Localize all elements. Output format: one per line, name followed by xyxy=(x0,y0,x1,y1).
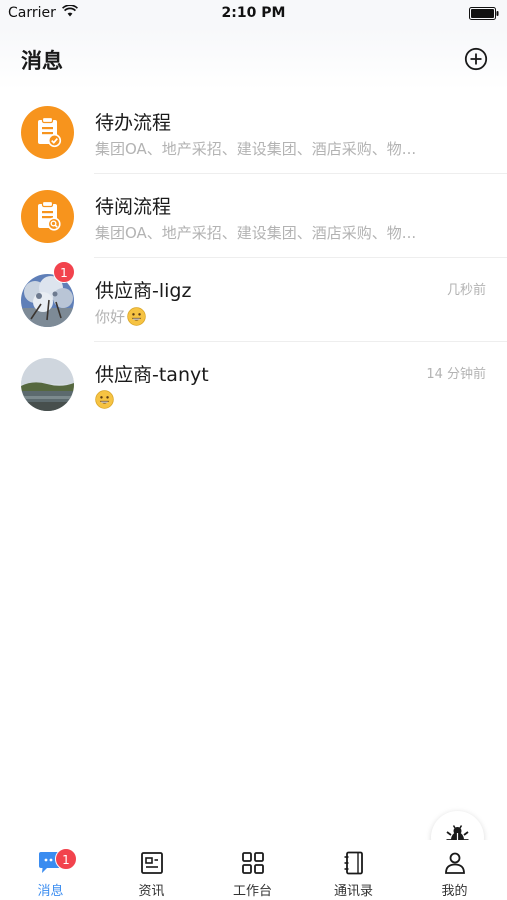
smile-emoji-icon xyxy=(95,390,114,409)
tab-label: 工作台 xyxy=(232,884,272,899)
news-icon xyxy=(141,852,163,874)
item-time: 14 分钟前 xyxy=(426,367,486,382)
item-subtitle: 集团OA、地产采招、建设集团、酒店采购、物... xyxy=(95,224,417,242)
person-icon xyxy=(445,852,465,874)
item-subtitle: 你好 xyxy=(95,306,475,327)
tab-label: 通讯录 xyxy=(333,884,373,899)
tab-label: 资讯 xyxy=(138,884,165,899)
tab-badge: 1 xyxy=(55,848,77,870)
clock: 2:10 PM xyxy=(221,5,286,21)
clipboard-search-icon xyxy=(21,190,74,243)
tab-bar: 1 消息 资讯 工作台 通讯录 我的 xyxy=(0,840,507,900)
tab-workbench[interactable]: 工作台 xyxy=(202,840,303,900)
item-time: 几秒前 xyxy=(446,283,486,298)
add-icon[interactable] xyxy=(464,47,488,71)
message-list: 待办流程 集团OA、地产采招、建设集团、酒店采购、物... 待阅流程 集团OA、… xyxy=(0,90,507,426)
avatar xyxy=(21,358,74,411)
message-preview: 你好 xyxy=(95,308,126,326)
battery-icon xyxy=(469,7,499,20)
item-title: 供应商-tanyt xyxy=(95,364,209,386)
page-title: 消息 xyxy=(21,49,63,73)
tab-profile[interactable]: 我的 xyxy=(404,840,505,900)
tab-contacts[interactable]: 通讯录 xyxy=(303,840,404,900)
list-item-chat-ligz[interactable]: 供应商-ligz 几秒前 你好 1 xyxy=(0,258,507,342)
contacts-icon xyxy=(344,851,363,875)
grid-icon xyxy=(242,852,264,874)
clipboard-check-icon xyxy=(21,106,74,159)
list-item-chat-tanyt[interactable]: 供应商-tanyt 14 分钟前 xyxy=(0,342,507,426)
header: 消息 xyxy=(0,28,507,90)
list-item-toread[interactable]: 待阅流程 集团OA、地产采招、建设集团、酒店采购、物... xyxy=(0,174,507,258)
item-title: 待办流程 xyxy=(95,112,172,134)
tab-label: 消息 xyxy=(37,884,64,899)
item-title: 供应商-ligz xyxy=(95,280,192,302)
list-item-todo[interactable]: 待办流程 集团OA、地产采招、建设集团、酒店采购、物... xyxy=(0,90,507,174)
tab-messages[interactable]: 1 消息 xyxy=(0,840,101,900)
tab-news[interactable]: 资讯 xyxy=(101,840,202,900)
item-subtitle: 集团OA、地产采招、建设集团、酒店采购、物... xyxy=(95,140,417,158)
item-subtitle xyxy=(95,390,475,409)
status-bar: Carrier 2:10 PM xyxy=(0,0,507,28)
item-title: 待阅流程 xyxy=(95,196,172,218)
smile-emoji-icon xyxy=(127,307,146,326)
unread-badge: 1 xyxy=(53,261,75,283)
tab-label: 我的 xyxy=(441,884,468,899)
